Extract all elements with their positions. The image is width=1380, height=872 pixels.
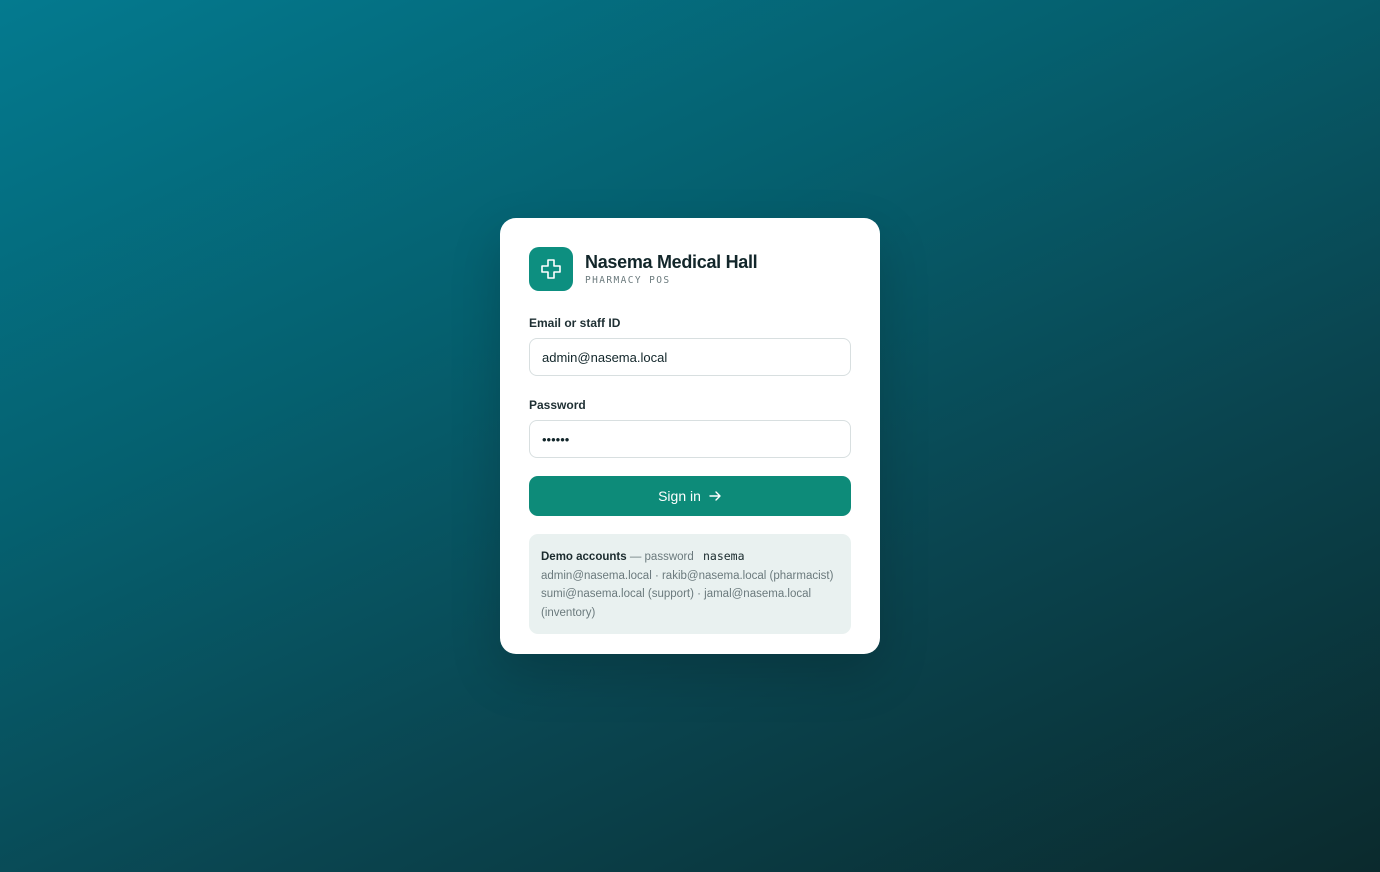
demo-accounts-line-1: admin@nasema.local · rakib@nasema.local … xyxy=(541,569,834,582)
password-field-group: Password •••••• xyxy=(529,398,852,458)
demo-password-prefix: — password xyxy=(629,551,694,563)
demo-password-code: nasema xyxy=(702,549,745,563)
password-field[interactable]: •••••• xyxy=(529,420,851,458)
sign-in-label: Sign in xyxy=(658,488,701,504)
brand-subtitle: PHARMACY POS xyxy=(585,275,671,286)
brand-header: Nasema Medical Hall PHARMACY POS xyxy=(529,247,852,291)
arrow-right-icon xyxy=(709,488,722,504)
demo-accounts-line-2: sumi@nasema.local (support) · jamal@nase… xyxy=(541,588,812,619)
email-field-group: Email or staff ID admin@nasema.local xyxy=(529,316,852,376)
demo-title: Demo accounts xyxy=(541,551,627,563)
medical-cross-icon xyxy=(529,247,573,291)
sign-in-button[interactable]: Sign in xyxy=(529,476,851,516)
brand-name: Nasema Medical Hall xyxy=(585,252,758,272)
email-field[interactable]: admin@nasema.local xyxy=(529,338,851,376)
demo-accounts-box: Demo accounts — password nasema admin@na… xyxy=(529,534,851,634)
login-card: Nasema Medical Hall PHARMACY POS Email o… xyxy=(500,218,880,654)
email-label: Email or staff ID xyxy=(529,316,621,330)
password-label: Password xyxy=(529,398,586,412)
